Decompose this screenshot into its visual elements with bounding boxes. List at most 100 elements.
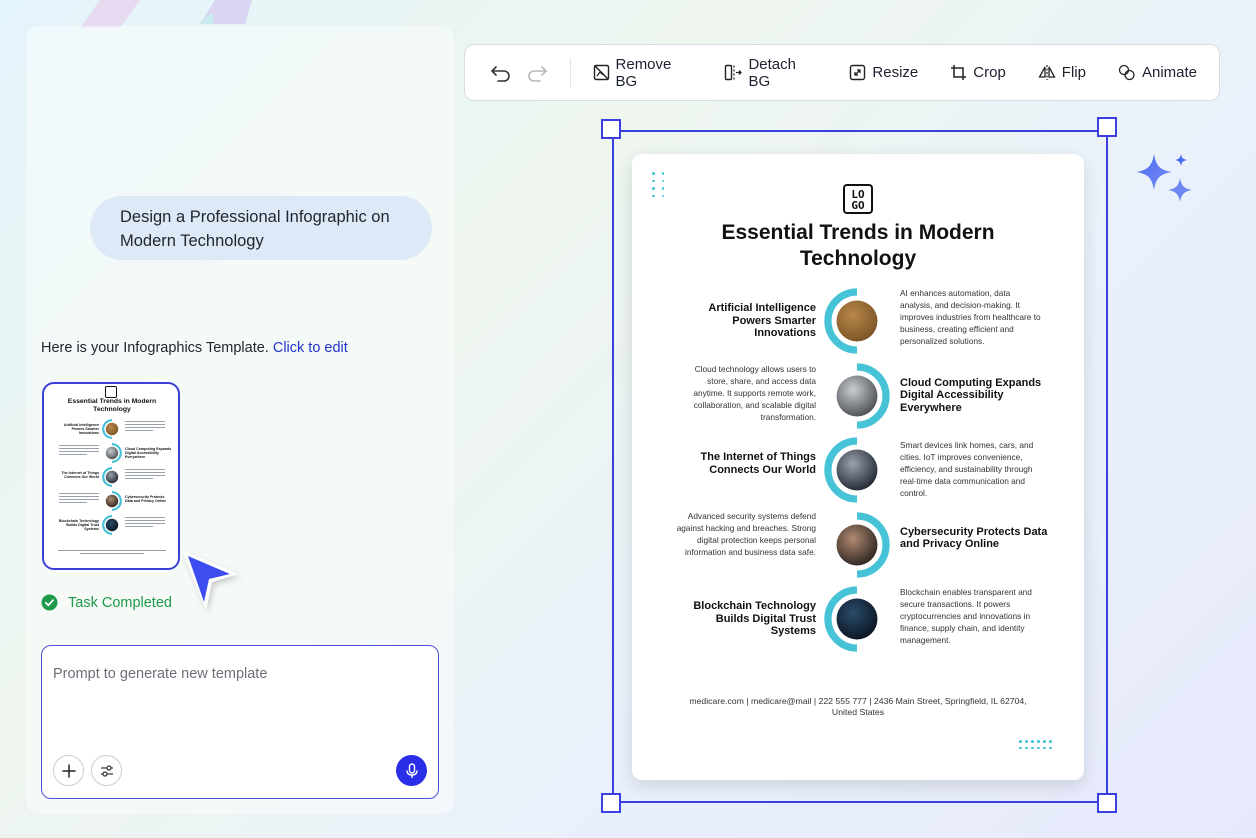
infographic-poster[interactable]: LO GO Essential Trends in Modern Technol… xyxy=(632,154,1084,780)
decorative-dots xyxy=(652,172,664,197)
remove-bg-icon xyxy=(593,64,609,81)
mini-heading: Cybersecurity Protects Data and Privacy … xyxy=(125,495,167,504)
resize-handle-bottom-left[interactable] xyxy=(601,793,621,813)
decorative-dots-bottom xyxy=(1019,740,1052,749)
row-description: Advanced security systems defend against… xyxy=(676,510,816,557)
mini-description-lines xyxy=(125,517,165,529)
detach-bg-icon xyxy=(725,64,743,81)
animate-icon xyxy=(1118,64,1135,81)
crop-label: Crop xyxy=(973,64,1006,81)
crop-button[interactable]: Crop xyxy=(940,58,1016,88)
poster-row: Cybersecurity Protects Data and Privacy … xyxy=(632,510,1084,578)
ring-graphic xyxy=(824,288,880,354)
poster-row: Artificial Intelligence Powers Smarter I… xyxy=(632,288,1084,354)
mini-image-ring xyxy=(102,491,122,511)
template-thumbnail[interactable]: Essential Trends in Modern Technology Ar… xyxy=(42,382,180,570)
mini-title: Essential Trends in Modern Technology xyxy=(67,398,157,413)
mini-image-ring xyxy=(102,443,122,463)
detach-bg-button[interactable]: Detach BG xyxy=(714,55,827,90)
flip-label: Flip xyxy=(1061,64,1086,81)
resize-handle-top-right[interactable] xyxy=(1097,117,1117,137)
add-attachment-button[interactable] xyxy=(53,755,84,786)
logo-text-bottom: GO xyxy=(851,199,865,212)
poster-image-ring xyxy=(824,586,890,652)
cloud-image xyxy=(836,375,878,416)
resize-label: Resize xyxy=(872,64,919,81)
redo-button[interactable] xyxy=(519,58,555,88)
prompt-input[interactable]: Prompt to generate new template xyxy=(41,645,439,799)
remove-bg-button[interactable]: Remove BG xyxy=(583,55,703,90)
poster-row: Blockchain Technology Builds Digital Tru… xyxy=(632,586,1084,652)
assistant-reply: Here is your Infographics Template. Clic… xyxy=(41,340,348,356)
mini-ring-graphic xyxy=(102,515,119,535)
remove-bg-label: Remove BG xyxy=(615,55,672,90)
ring-graphic xyxy=(834,511,890,578)
resize-handle-top-left[interactable] xyxy=(601,119,621,139)
mini-ring-graphic xyxy=(105,443,122,463)
ring-graphic xyxy=(824,437,880,503)
reply-text: Here is your Infographics Template. xyxy=(41,340,269,356)
row-description: Cloud technology allows users to store, … xyxy=(693,363,816,422)
mini-description-lines xyxy=(125,469,165,481)
resize-handle-bottom-right[interactable] xyxy=(1097,793,1117,813)
mini-row: Cybersecurity Protects Data and Privacy … xyxy=(44,491,178,511)
row-heading: Artificial Intelligence Powers Smarter I… xyxy=(708,302,816,339)
mini-logo xyxy=(105,386,117,398)
mini-ring-graphic xyxy=(102,419,119,439)
poster-image-ring xyxy=(824,288,890,354)
blockchain-image xyxy=(105,518,119,532)
mic-icon xyxy=(405,762,418,778)
task-status-label: Task Completed xyxy=(68,594,172,611)
user-prompt-bubble: Design a Professional Infographic on Mod… xyxy=(90,196,432,260)
cursor-arrow-icon xyxy=(182,550,238,610)
poster-title: Essential Trends in Modern Technology xyxy=(721,221,995,270)
ring-graphic xyxy=(824,586,880,652)
check-circle-icon xyxy=(41,594,58,611)
poster-logo: LO GO xyxy=(843,184,873,214)
mini-heading: Blockchain Technology Builds Digital Tru… xyxy=(58,519,99,532)
voice-input-button[interactable] xyxy=(396,755,427,786)
ai-circuit-image xyxy=(105,422,119,436)
cybersecurity-image xyxy=(105,494,119,508)
detach-bg-label: Detach BG xyxy=(748,55,796,90)
task-status: Task Completed xyxy=(41,594,172,611)
mini-footer xyxy=(58,550,166,556)
prompt-placeholder: Prompt to generate new template xyxy=(53,666,268,682)
row-heading: The Internet of Things Connects Our Worl… xyxy=(700,451,817,476)
cybersecurity-image xyxy=(836,524,878,565)
poster-image-ring xyxy=(824,437,890,503)
mini-ring-graphic xyxy=(102,467,119,487)
mini-heading: Cloud Computing Expands Digital Accessib… xyxy=(125,447,172,460)
mini-image-ring xyxy=(102,419,122,439)
animate-button[interactable]: Animate xyxy=(1108,58,1207,88)
plus-icon xyxy=(61,763,76,778)
resize-icon xyxy=(850,64,866,81)
row-heading: Blockchain Technology Builds Digital Tru… xyxy=(693,600,816,637)
mini-ring-graphic xyxy=(105,491,122,511)
settings-button[interactable] xyxy=(91,755,122,786)
undo-button[interactable] xyxy=(483,58,519,88)
poster-footer: medicare.com | medicare@mail | 222 555 7… xyxy=(689,696,1027,717)
row-heading: Cybersecurity Protects Data and Privacy … xyxy=(900,525,1048,551)
iot-image xyxy=(105,470,119,484)
mini-row: Artificial Intelligence Powers Smarter I… xyxy=(44,419,178,439)
mini-row: Blockchain Technology Builds Digital Tru… xyxy=(44,515,178,535)
flip-button[interactable]: Flip xyxy=(1028,58,1096,88)
mini-description-lines xyxy=(59,445,99,457)
click-to-edit-link[interactable]: Click to edit xyxy=(273,340,348,356)
mini-row: Cloud Computing Expands Digital Accessib… xyxy=(44,443,178,463)
ring-graphic xyxy=(834,362,890,429)
row-description: Blockchain enables transparent and secur… xyxy=(900,587,1032,645)
mini-image-ring xyxy=(102,467,122,487)
resize-button[interactable]: Resize xyxy=(839,58,928,88)
animate-label: Animate xyxy=(1141,64,1197,81)
toolbar-divider xyxy=(569,57,571,88)
ai-circuit-image xyxy=(836,300,878,342)
poster-row: Cloud Computing Expands Digital Accessib… xyxy=(632,362,1084,429)
sparkle-icon xyxy=(1136,154,1192,202)
undo-icon xyxy=(491,65,510,82)
mini-image-ring xyxy=(102,515,122,535)
crop-icon xyxy=(951,65,967,80)
editor-toolbar: Remove BG Detach BG Resize Crop Flip Ani… xyxy=(464,44,1220,101)
row-heading: Cloud Computing Expands Digital Accessib… xyxy=(900,376,1042,414)
